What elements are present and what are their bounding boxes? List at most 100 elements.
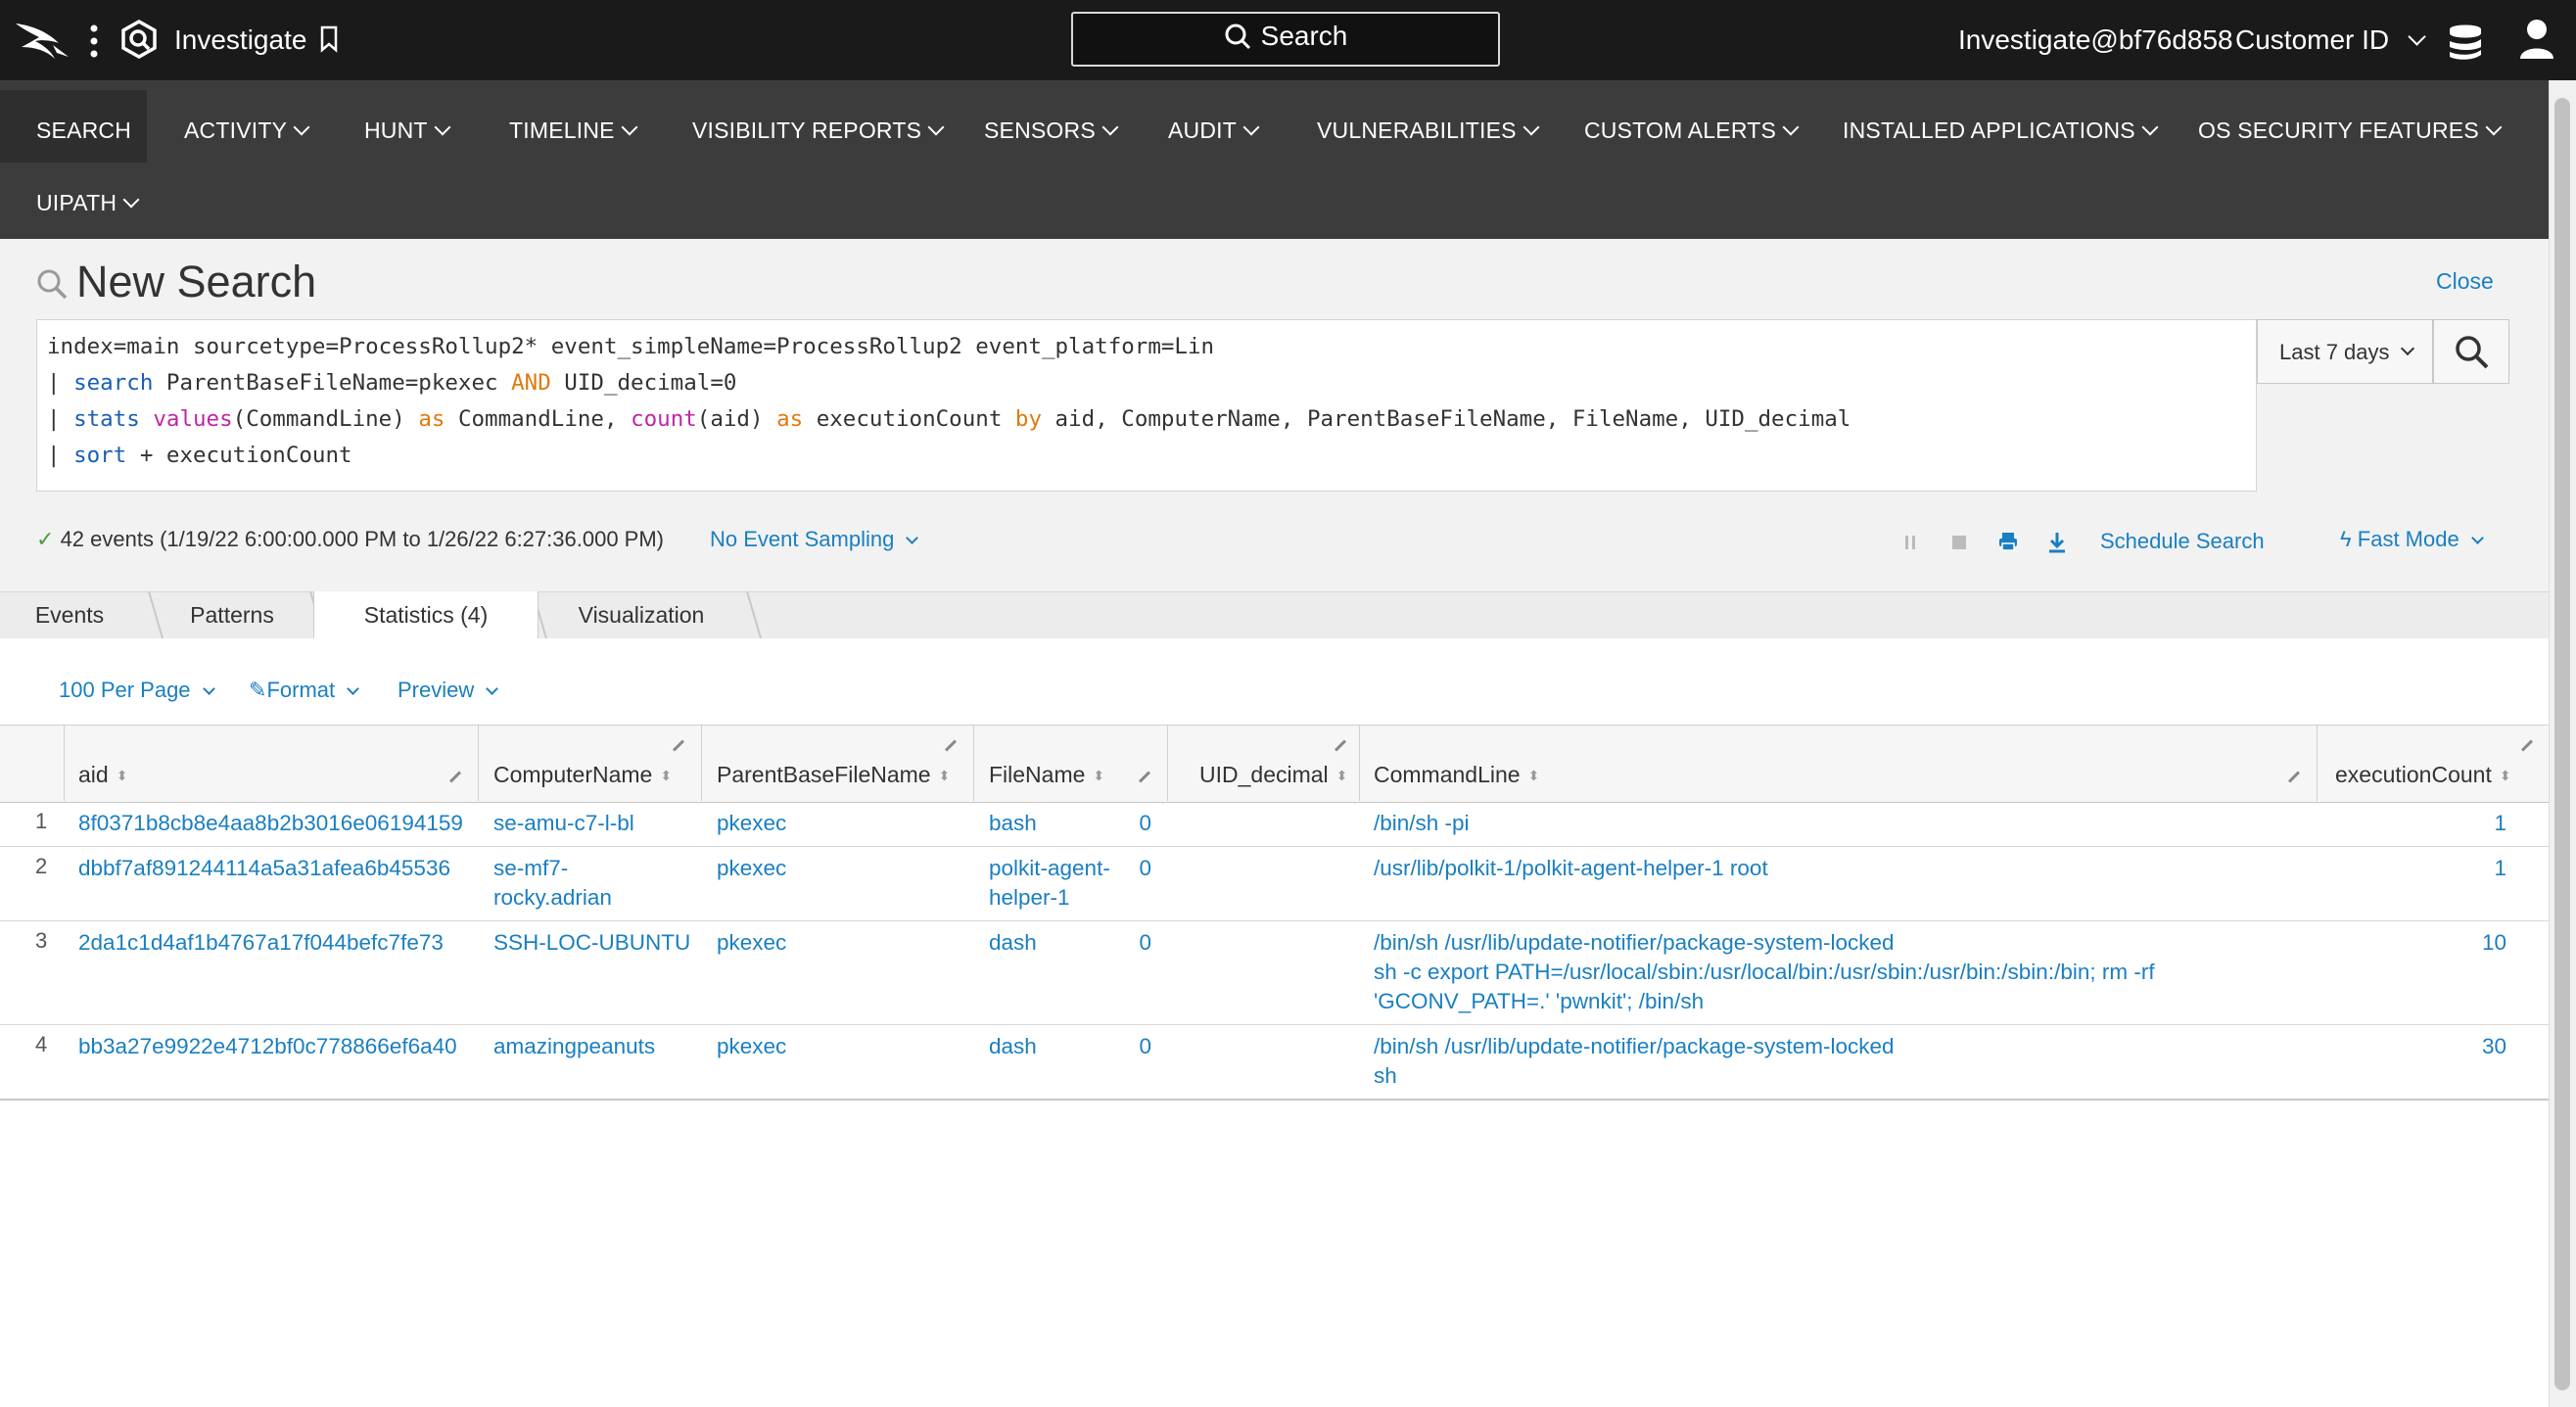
column-header-aid[interactable]: aid ⬍ (78, 762, 127, 788)
nav-timeline[interactable]: TIMELINE (509, 116, 638, 145)
cell-filename[interactable]: bash (989, 809, 1037, 838)
cell-computername[interactable]: se-mf7- rocky.adrian (493, 854, 612, 913)
cell-filename[interactable]: polkit-agent-helper-1 (989, 854, 1110, 913)
stop-icon[interactable] (1950, 534, 1968, 551)
cell-commandline[interactable]: /bin/sh /usr/lib/update-notifier/package… (1374, 1032, 1895, 1091)
cell-filename[interactable]: dash (989, 928, 1037, 958)
cell-aid[interactable]: bb3a27e9922e4712bf0c778866ef6a40 (78, 1032, 457, 1061)
cell-uid-decimal[interactable]: 0 (1126, 928, 1151, 958)
query-text: (aid) (696, 406, 777, 432)
kebab-menu-icon[interactable] (88, 23, 100, 59)
cell-executioncount[interactable]: 10 (2448, 928, 2506, 958)
preview-dropdown[interactable]: Preview (398, 678, 499, 703)
nav-hunt[interactable]: HUNT (364, 116, 451, 145)
nav-installed-applications[interactable]: INSTALLED APPLICATIONS (1843, 116, 2159, 145)
cell-parentbasefilename[interactable]: pkexec (717, 854, 786, 883)
nav-activity[interactable]: ACTIVITY (184, 116, 310, 145)
cell-parentbasefilename[interactable]: pkexec (717, 809, 786, 838)
schedule-search-link[interactable]: Schedule Search (2100, 529, 2265, 554)
tab-visualization[interactable]: Visualization (548, 591, 734, 638)
download-icon[interactable] (2046, 531, 2068, 554)
row-divider (0, 920, 2549, 921)
search-icon (2456, 336, 2489, 369)
nav-uipath[interactable]: UIPATH (36, 188, 140, 217)
nav-uipath-label: UIPATH (36, 190, 117, 215)
chevron-down-icon (2485, 118, 2503, 136)
cell-aid[interactable]: dbbf7af891244114a5a31afea6b45536 (78, 854, 450, 883)
query-pipe: | (47, 443, 74, 468)
query-operator: AND (511, 370, 551, 396)
search-query-editor[interactable]: index=main sourcetype=ProcessRollup2* ev… (36, 319, 2257, 492)
global-search-button[interactable]: Search (1071, 12, 1500, 67)
cell-uid-decimal[interactable]: 0 (1126, 854, 1151, 883)
query-text: ParentBaseFileName=pkexec (153, 370, 512, 396)
nav-search[interactable]: SEARCH (36, 116, 131, 145)
column-header-uid-decimal[interactable]: UID_decimal ⬍ (1199, 762, 1347, 788)
column-header-label: FileName (989, 762, 1086, 787)
events-summary-text: 42 events (1/19/22 6:00:00.000 PM to 1/2… (60, 527, 664, 551)
cell-text-line: polkit-agent- (989, 856, 1110, 880)
sort-icon: ⬍ (2499, 768, 2511, 784)
scrollbar-thumb[interactable] (2554, 98, 2570, 1390)
preview-label: Preview (398, 678, 475, 702)
cell-commandline[interactable]: /usr/lib/polkit-1/polkit-agent-helper-1 … (1374, 854, 1768, 883)
cell-computername[interactable]: SSH-LOC-UBUNTU (493, 928, 690, 958)
search-mode-dropdown[interactable]: ϟ Fast Mode (2340, 527, 2484, 552)
per-page-dropdown[interactable]: 100 Per Page (59, 678, 215, 703)
column-header-parentbasefilename[interactable]: ParentBaseFileName ⬍ (717, 762, 950, 788)
column-divider (1359, 725, 1360, 801)
cell-uid-decimal[interactable]: 0 (1126, 1032, 1151, 1061)
query-pipe: | (47, 406, 74, 432)
nav-audit[interactable]: AUDIT (1168, 116, 1260, 145)
event-sampling-dropdown[interactable]: No Event Sampling (710, 527, 919, 552)
run-search-button[interactable] (2433, 319, 2509, 384)
nav-custom-alerts[interactable]: CUSTOM ALERTS (1584, 116, 1800, 145)
nav-os-security-features[interactable]: OS SECURITY FEATURES (2198, 116, 2503, 145)
column-header-label: aid (78, 762, 109, 787)
cell-executioncount[interactable]: 1 (2448, 809, 2506, 838)
stacked-apps-icon[interactable] (2446, 20, 2485, 61)
column-header-executioncount[interactable]: executionCount ⬍ (2335, 762, 2511, 788)
customer-id-dropdown[interactable]: Customer ID (2235, 21, 2426, 60)
cell-commandline[interactable]: /bin/sh -pi (1374, 809, 1470, 838)
nav-audit-label: AUDIT (1168, 117, 1237, 143)
cell-aid[interactable]: 8f0371b8cb8e4aa8b2b3016e06194159 (78, 809, 463, 838)
tab-statistics[interactable]: Statistics (4) (313, 591, 539, 640)
tab-patterns[interactable]: Patterns (163, 591, 302, 638)
chevron-down-icon (906, 532, 919, 544)
user-name: Investigate@bf76d858 (1958, 24, 2233, 55)
cell-executioncount[interactable]: 30 (2448, 1032, 2506, 1061)
cell-aid[interactable]: 2da1c1d4af1b4767a17f044befc7fe73 (78, 928, 444, 958)
tab-events[interactable]: Events (0, 591, 139, 638)
nav-sensors[interactable]: SENSORS (984, 116, 1119, 145)
column-header-commandline[interactable]: CommandLine ⬍ (1374, 762, 1539, 788)
chevron-down-icon (1522, 118, 1540, 136)
column-header-label: ParentBaseFileName (717, 762, 931, 787)
cell-parentbasefilename[interactable]: pkexec (717, 928, 786, 958)
nav-vulnerabilities[interactable]: VULNERABILITIES (1317, 116, 1540, 145)
column-divider (1167, 725, 1168, 801)
print-icon[interactable] (1997, 531, 2019, 552)
cell-text-line: sh -c export PATH=/usr/local/sbin:/usr/l… (1374, 960, 2155, 984)
nav-visibility-reports[interactable]: VISIBILITY REPORTS (692, 116, 945, 145)
user-avatar-icon[interactable] (2518, 18, 2555, 61)
bookmark-icon[interactable] (319, 25, 339, 53)
app-name: Investigate (174, 24, 307, 55)
column-header-computername[interactable]: ComputerName ⬍ (493, 762, 672, 788)
cell-filename[interactable]: dash (989, 1032, 1037, 1061)
cell-executioncount[interactable]: 1 (2448, 854, 2506, 883)
cell-uid-decimal[interactable]: 0 (1126, 809, 1151, 838)
query-text: UID_decimal=0 (550, 370, 737, 396)
close-link[interactable]: Close (2436, 268, 2494, 295)
falcon-logo-icon[interactable] (14, 18, 70, 61)
cell-computername[interactable]: se-amu-c7-l-bl (493, 809, 634, 838)
cell-parentbasefilename[interactable]: pkexec (717, 1032, 786, 1061)
time-range-picker[interactable]: Last 7 days (2257, 319, 2433, 384)
column-header-filename[interactable]: FileName ⬍ (989, 762, 1104, 788)
cell-computername[interactable]: amazingpeanuts (493, 1032, 655, 1061)
chevron-down-icon (347, 682, 360, 695)
format-dropdown[interactable]: ✎Format (249, 678, 360, 703)
chevron-down-icon (2470, 532, 2484, 544)
cell-commandline[interactable]: /bin/sh /usr/lib/update-notifier/package… (1374, 928, 2155, 1016)
pause-icon[interactable] (1902, 534, 1918, 551)
